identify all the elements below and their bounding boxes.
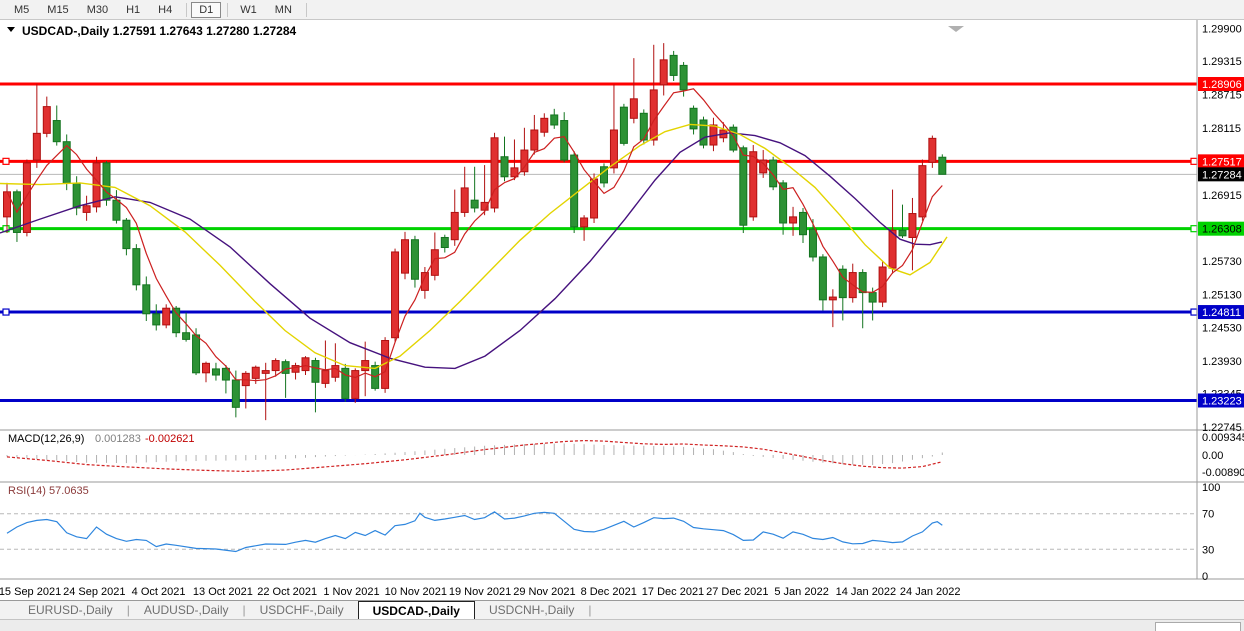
- svg-text:1.28906: 1.28906: [1202, 79, 1242, 91]
- scrollbar-thumb[interactable]: [1155, 622, 1241, 631]
- svg-text:MACD(12,26,9): MACD(12,26,9): [8, 433, 84, 445]
- svg-text:1.25130: 1.25130: [1202, 289, 1242, 301]
- date-axis[interactable]: 15 Sep 202124 Sep 2021 4 Oct 2021 13 Oct 2…: [0, 586, 960, 598]
- svg-text:1.27517: 1.27517: [1202, 156, 1242, 168]
- svg-text:1.23930: 1.23930: [1202, 356, 1242, 368]
- svg-text:24 Sep 2021: 24 Sep 2021: [63, 586, 125, 598]
- svg-text:0.009345: 0.009345: [1202, 432, 1244, 444]
- svg-text:-0.002621: -0.002621: [145, 433, 195, 445]
- svg-text:70: 70: [1202, 509, 1214, 521]
- svg-text:-0.008902: -0.008902: [1202, 467, 1244, 479]
- chart-tab-bar: EURUSD-,Daily|AUDUSD-,Daily|USDCHF-,Dail…: [0, 600, 1244, 619]
- tab-separator: |: [588, 601, 591, 619]
- svg-text:1 Nov 2021: 1 Nov 2021: [323, 586, 379, 598]
- svg-text:8 Dec 2021: 8 Dec 2021: [581, 586, 637, 598]
- svg-text:0.00: 0.00: [1202, 450, 1223, 462]
- svg-text:1.29900: 1.29900: [1202, 24, 1242, 36]
- svg-text:1.27284: 1.27284: [1202, 169, 1242, 181]
- horizontal-scrollbar[interactable]: [0, 619, 1244, 631]
- chart-tab-audusd[interactable]: AUDUSD-,Daily: [130, 601, 243, 619]
- svg-text:30: 30: [1202, 544, 1214, 556]
- svg-text:1.28115: 1.28115: [1202, 123, 1241, 135]
- chart-tab-usdcnh[interactable]: USDCNH-,Daily: [475, 601, 588, 619]
- chart-tab-usdcad[interactable]: USDCAD-,Daily: [358, 601, 475, 619]
- svg-text:27 Dec 2021: 27 Dec 2021: [706, 586, 768, 598]
- svg-text:1.25730: 1.25730: [1202, 256, 1242, 268]
- svg-text:14 Jan 2022: 14 Jan 2022: [836, 586, 897, 598]
- svg-text:1.24530: 1.24530: [1202, 323, 1242, 335]
- svg-text:USDCAD-,Daily 1.27591 1.27643: USDCAD-,Daily 1.27591 1.27643 1.27280 1.…: [22, 24, 297, 38]
- chart-tab-eurusd[interactable]: EURUSD-,Daily: [14, 601, 127, 619]
- svg-text:5 Jan 2022: 5 Jan 2022: [774, 586, 828, 598]
- svg-text:0: 0: [1202, 571, 1208, 583]
- svg-text:0.001283: 0.001283: [95, 433, 141, 445]
- svg-text:4 Oct 2021: 4 Oct 2021: [132, 586, 186, 598]
- svg-text:17 Dec 2021: 17 Dec 2021: [642, 586, 704, 598]
- svg-text:10 Nov 2021: 10 Nov 2021: [385, 586, 447, 598]
- svg-text:15 Sep 2021: 15 Sep 2021: [0, 586, 61, 598]
- svg-text:13 Oct 2021: 13 Oct 2021: [193, 586, 253, 598]
- svg-text:1.29315: 1.29315: [1202, 56, 1242, 68]
- chart-tab-usdchf[interactable]: USDCHF-,Daily: [246, 601, 358, 619]
- svg-text:1.28715: 1.28715: [1202, 90, 1242, 102]
- svg-text:1.24811: 1.24811: [1202, 307, 1241, 319]
- svg-text:24 Jan 2022: 24 Jan 2022: [900, 586, 961, 598]
- svg-text:1.23223: 1.23223: [1202, 395, 1242, 407]
- chart-title: USDCAD-,Daily 1.27591 1.27643 1.27280 1.…: [7, 24, 297, 38]
- mt4-window: M5M15M30H1H4D1W1MN USDCAD-,Daily 1.27591…: [0, 0, 1244, 631]
- svg-text:1.26915: 1.26915: [1202, 190, 1242, 202]
- chart-canvas[interactable]: USDCAD-,Daily 1.27591 1.27643 1.27280 1.…: [0, 0, 1244, 600]
- svg-text:22 Oct 2021: 22 Oct 2021: [257, 586, 317, 598]
- svg-text:29 Nov 2021: 29 Nov 2021: [513, 586, 575, 598]
- svg-text:19 Nov 2021: 19 Nov 2021: [449, 586, 511, 598]
- svg-text:RSI(14) 57.0635: RSI(14) 57.0635: [8, 485, 89, 497]
- svg-text:100: 100: [1202, 482, 1220, 494]
- svg-text:1.26308: 1.26308: [1202, 224, 1242, 236]
